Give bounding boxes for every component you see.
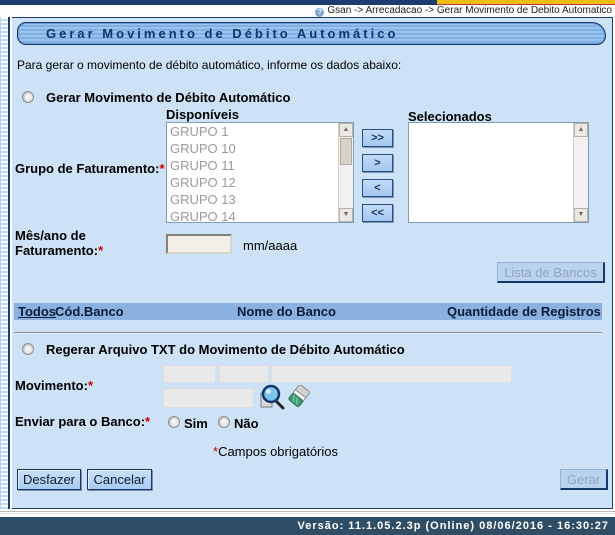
scroll-up-icon[interactable]: ▲	[339, 123, 353, 137]
col-nome-banco: Nome do Banco	[237, 304, 336, 319]
enviar-banco-label-text: Enviar para o Banco:	[15, 414, 145, 429]
disponiveis-listbox[interactable]: GRUPO 1 GRUPO 10 GRUPO 11 GRUPO 12 GRUPO…	[166, 122, 354, 223]
mes-ano-input[interactable]	[166, 234, 232, 254]
desfazer-button[interactable]: Desfazer	[17, 469, 81, 490]
required-note-text: Campos obrigatórios	[218, 444, 338, 459]
disponiveis-scrollbar[interactable]: ▲ ▼	[338, 123, 353, 222]
version-status-bar: Versão: 11.1.05.2.3p (Online) 08/06/2016…	[0, 517, 615, 535]
form-window: Gerar Movimento de Débito Automático Par…	[12, 17, 613, 509]
list-item: GRUPO 12	[167, 174, 338, 191]
left-stripe-decoration	[0, 17, 10, 509]
col-quantidade-registros: Quantidade de Registros	[447, 304, 601, 319]
intro-text: Para gerar o movimento de débito automát…	[17, 58, 401, 72]
transfer-all-left-button[interactable]: <<	[362, 204, 393, 222]
breadcrumb-text: Gsan -> Arrecadacao -> Gerar Movimento d…	[327, 5, 612, 16]
required-marker: *	[88, 378, 93, 393]
mes-ano-label: Mês/ano de Faturamento:*	[15, 228, 135, 258]
movimento-label-text: Movimento:	[15, 378, 88, 393]
radio-sim-label: Sim	[184, 416, 208, 431]
radio-gerar-movimento-label: Gerar Movimento de Débito Automático	[46, 90, 290, 105]
required-fields-note: *Campos obrigatórios	[213, 444, 338, 459]
cancelar-button[interactable]: Cancelar	[87, 469, 152, 490]
footer-divider	[0, 511, 615, 514]
transfer-right-button[interactable]: >	[362, 154, 393, 172]
grupo-faturamento-label: Grupo de Faturamento:*	[15, 161, 165, 176]
scroll-up-icon[interactable]: ▲	[574, 123, 588, 137]
enviar-banco-label: Enviar para o Banco:*	[15, 414, 150, 429]
page-title: Gerar Movimento de Débito Automático	[17, 22, 606, 45]
mes-ano-format-hint: mm/aaaa	[243, 238, 297, 253]
scroll-down-icon[interactable]: ▼	[339, 208, 353, 222]
list-item: GRUPO 10	[167, 140, 338, 157]
table-separator	[14, 332, 602, 334]
selecionados-scrollbar[interactable]: ▲ ▼	[573, 123, 588, 222]
mes-ano-label-text: Mês/ano de Faturamento:	[15, 228, 98, 258]
movimento-field-2[interactable]	[219, 365, 269, 383]
required-marker: *	[98, 243, 103, 258]
required-marker: *	[145, 414, 150, 429]
bancos-table-header: Todos Cód.Banco Nome do Banco Quantidade…	[14, 303, 602, 320]
grupo-faturamento-label-text: Grupo de Faturamento:	[15, 161, 159, 176]
transfer-all-right-button[interactable]: >>	[362, 129, 393, 147]
lista-de-bancos-button[interactable]: Lista de Bancos	[497, 262, 605, 283]
search-icon[interactable]	[259, 384, 285, 410]
selecionados-listbox[interactable]: ▲ ▼	[408, 122, 589, 223]
list-item: GRUPO 14	[167, 208, 338, 223]
scroll-down-icon[interactable]: ▼	[574, 208, 588, 222]
radio-regerar-txt-label: Regerar Arquivo TXT do Movimento de Débi…	[46, 342, 405, 357]
eraser-icon[interactable]	[288, 385, 312, 410]
list-item: GRUPO 13	[167, 191, 338, 208]
disponiveis-items: GRUPO 1 GRUPO 10 GRUPO 11 GRUPO 12 GRUPO…	[167, 123, 338, 222]
movimento-field-3[interactable]	[271, 365, 512, 383]
gerar-button[interactable]: Gerar	[560, 469, 608, 490]
disponiveis-label: Disponíveis	[166, 107, 239, 122]
breadcrumb: ?Gsan -> Arrecadacao -> Gerar Movimento …	[0, 5, 615, 17]
list-item: GRUPO 1	[167, 123, 338, 140]
col-cod-banco: Cód.Banco	[55, 304, 124, 319]
list-item: GRUPO 11	[167, 157, 338, 174]
scroll-thumb[interactable]	[340, 138, 352, 165]
radio-regerar-txt[interactable]	[22, 343, 34, 355]
radio-nao-label: Não	[234, 416, 259, 431]
help-icon[interactable]: ?	[315, 8, 324, 17]
movimento-label: Movimento:*	[15, 378, 93, 393]
radio-gerar-movimento[interactable]	[22, 91, 34, 103]
todos-link[interactable]: Todos	[18, 304, 56, 319]
radio-nao[interactable]	[218, 416, 230, 428]
movimento-field-4[interactable]	[163, 388, 254, 408]
transfer-left-button[interactable]: <	[362, 179, 393, 197]
required-marker: *	[159, 161, 164, 176]
radio-sim[interactable]	[168, 416, 180, 428]
movimento-field-1[interactable]	[163, 365, 216, 383]
